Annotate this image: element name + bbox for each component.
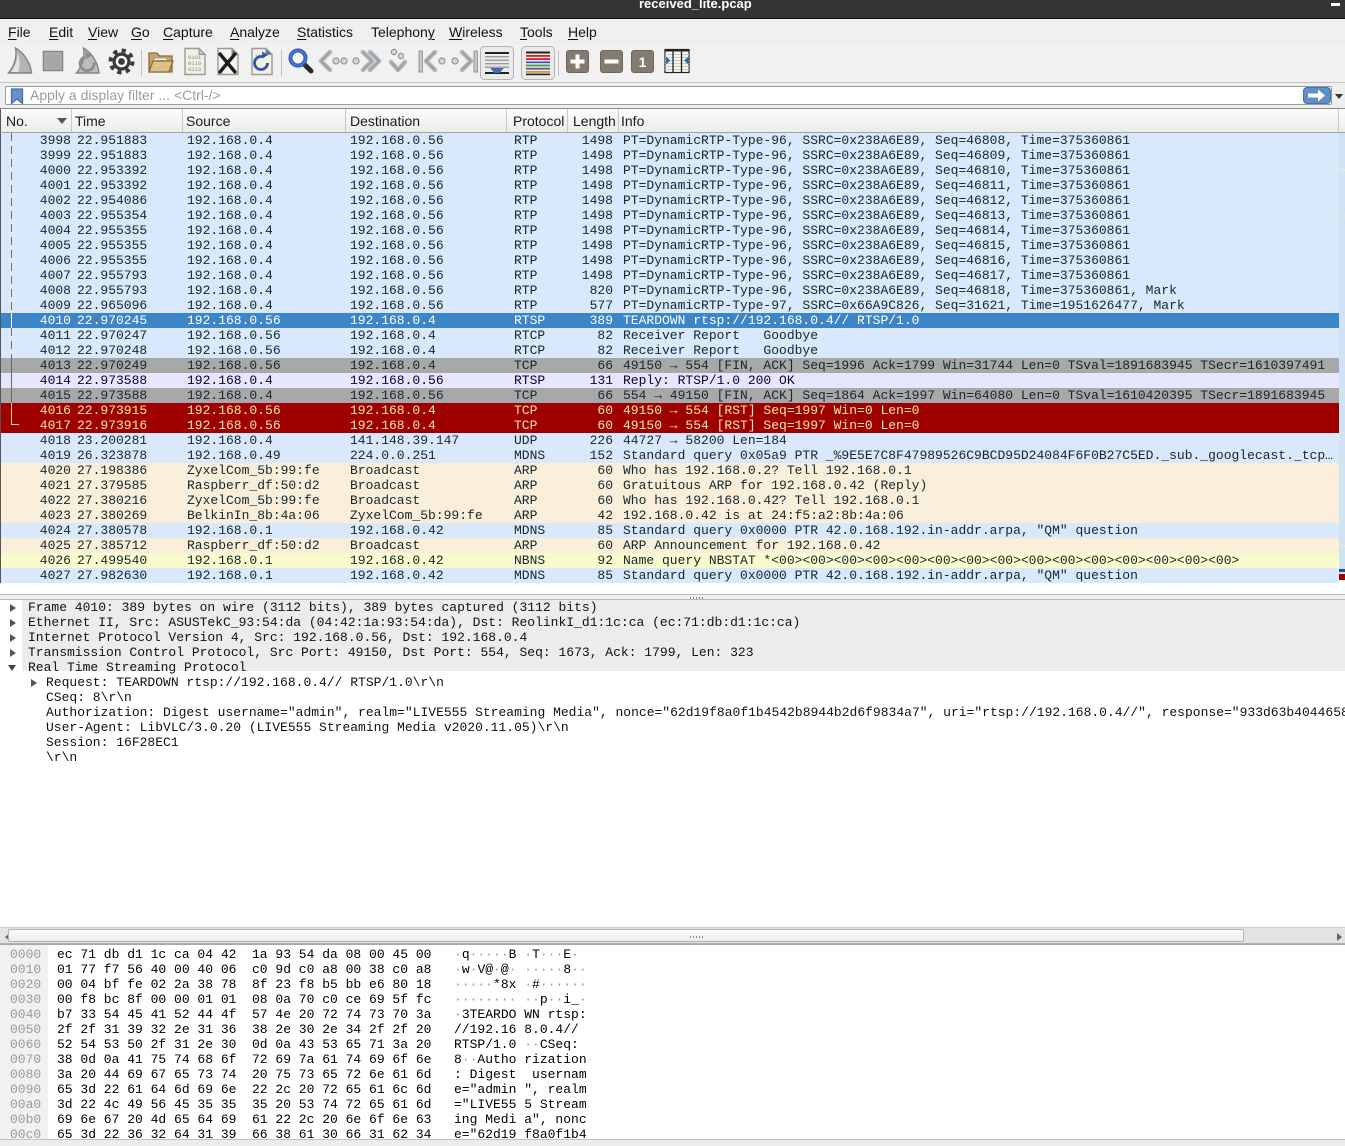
svg-text:1: 1 xyxy=(639,54,647,70)
svg-text:0113: 0113 xyxy=(188,66,201,73)
